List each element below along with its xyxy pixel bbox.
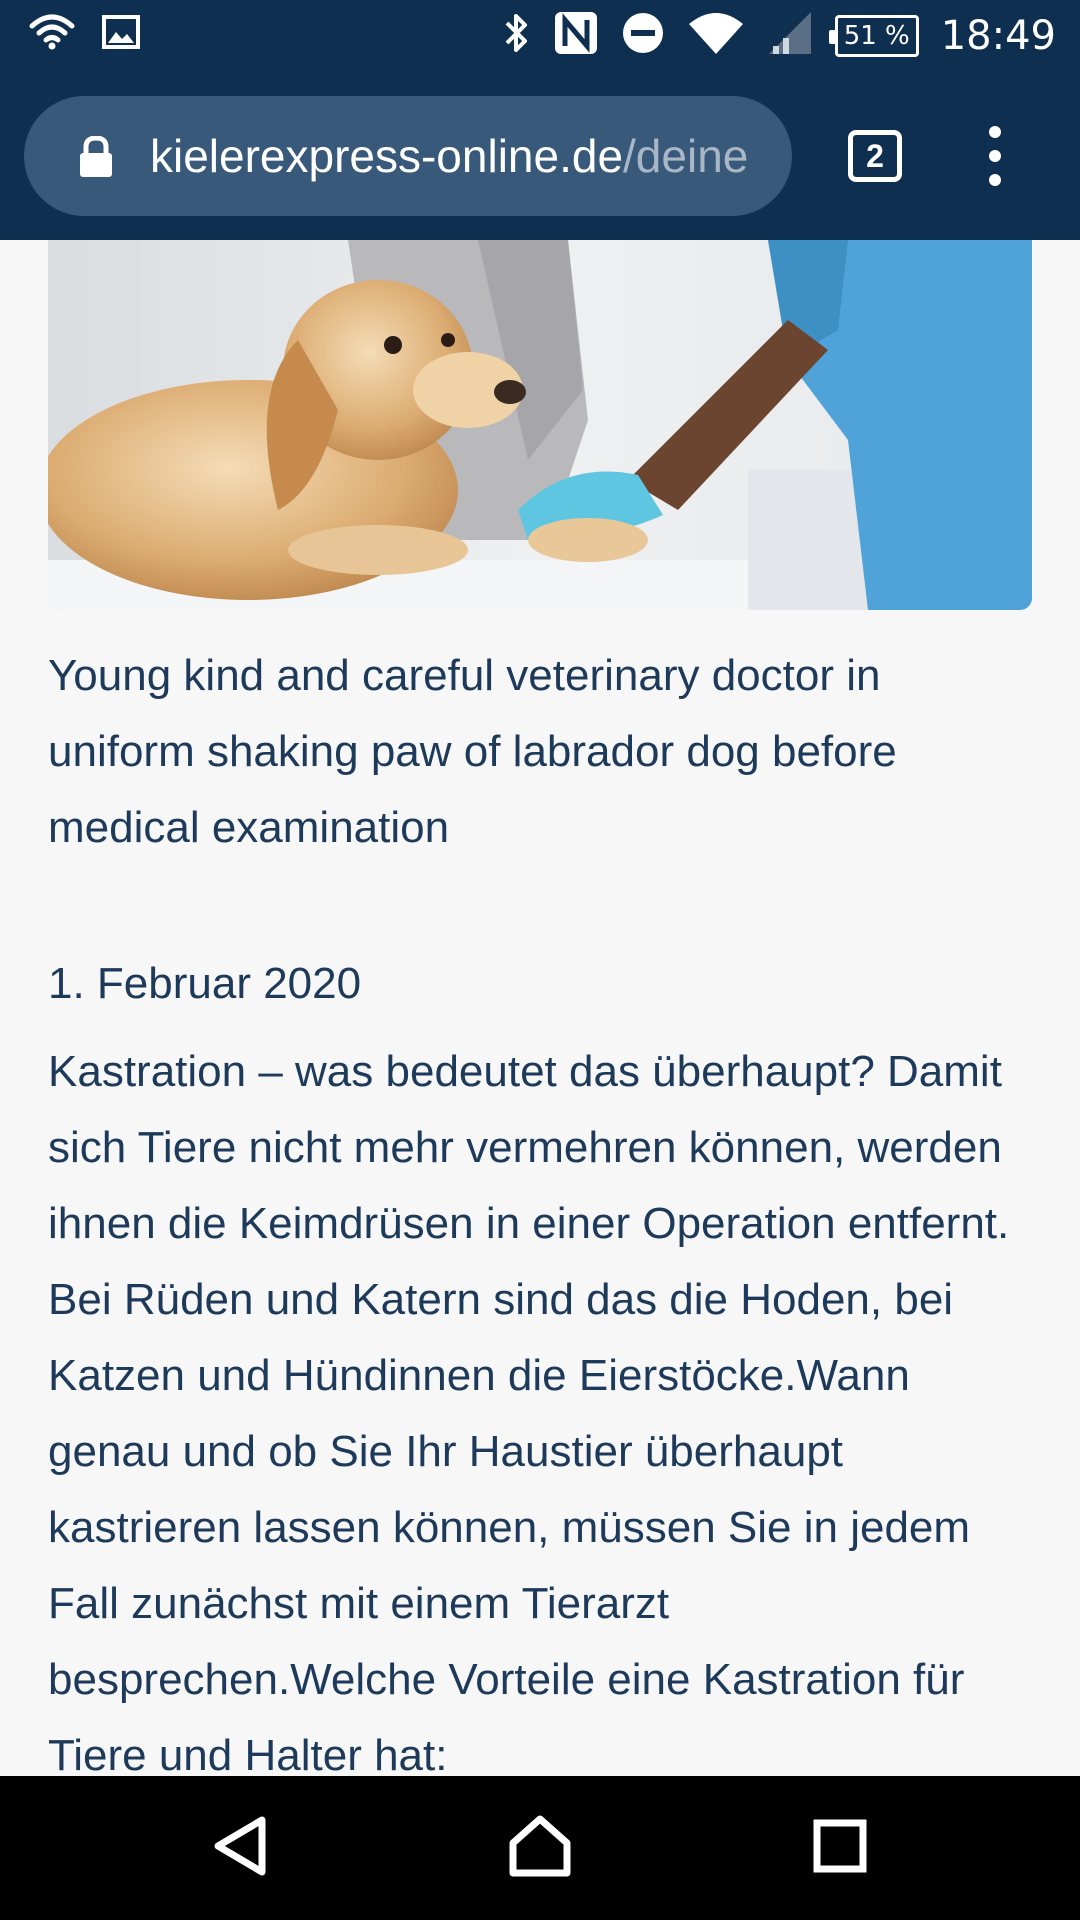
bluetooth-icon [501, 11, 531, 60]
article-date: 1. Februar 2020 [48, 959, 362, 1008]
clock: 18:49 [940, 12, 1056, 59]
page-content[interactable]: Young kind and careful veterinary doctor… [0, 240, 1080, 1776]
lock-icon [78, 135, 114, 183]
home-icon [507, 1813, 573, 1884]
overflow-menu-button[interactable] [980, 126, 1010, 186]
wifi-icon [28, 12, 76, 57]
dot-icon [989, 150, 1001, 162]
url-path: /deine [623, 130, 749, 182]
battery-indicator: 51 % [828, 14, 919, 57]
recents-button[interactable] [790, 1806, 890, 1890]
nfc-icon [553, 10, 599, 61]
do-not-disturb-icon [621, 11, 665, 60]
back-icon [210, 1814, 270, 1883]
recents-icon [812, 1818, 868, 1879]
back-button[interactable] [190, 1806, 290, 1890]
browser-toolbar: kielerexpress-online.de/deine 2 [0, 72, 1080, 240]
dot-icon [989, 174, 1001, 186]
navigation-bar [0, 1776, 1080, 1920]
url-bar[interactable]: kielerexpress-online.de/deine [24, 96, 792, 216]
article-body: Kastration – was bedeutet das überhaupt?… [48, 1047, 1010, 1776]
tab-switcher-button[interactable]: 2 [848, 130, 902, 182]
wifi-icon-right [687, 10, 745, 61]
image-icon [102, 14, 140, 55]
home-button[interactable] [490, 1806, 590, 1890]
signal-icon [767, 10, 813, 61]
url-domain: kielerexpress-online.de [150, 130, 624, 182]
dot-icon [989, 126, 1001, 138]
status-bar: 51 % 18:49 [0, 0, 1080, 72]
article-hero-image [48, 240, 1032, 610]
image-caption: Young kind and careful veterinary doctor… [48, 651, 897, 852]
url-text[interactable]: kielerexpress-online.de/deine [150, 124, 786, 188]
